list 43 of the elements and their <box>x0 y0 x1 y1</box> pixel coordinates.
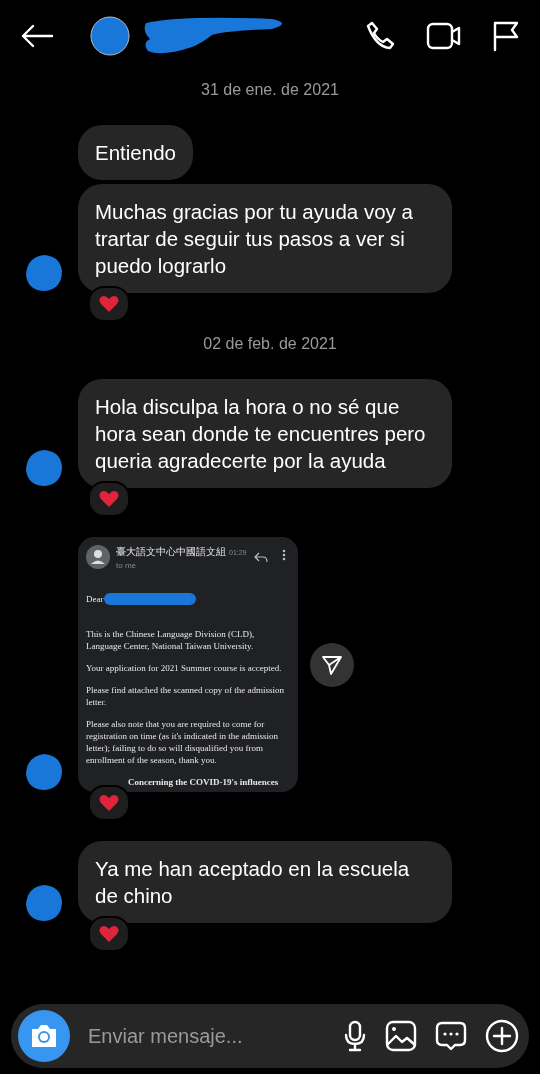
avatar[interactable] <box>24 752 64 792</box>
message-bubble[interactable]: Ya me han aceptado en la escuela de chino <box>78 841 452 923</box>
heart-reaction[interactable] <box>88 286 130 322</box>
avatar[interactable] <box>24 253 64 293</box>
flag-icon[interactable] <box>492 20 520 52</box>
heart-reaction[interactable] <box>88 916 130 952</box>
email-paragraph: Your application for 2021 Summer course is accepted. <box>86 662 283 674</box>
chat-bubble-icon[interactable] <box>435 1020 467 1052</box>
heart-icon <box>99 794 119 812</box>
message-bubble[interactable]: Hola disculpa la hora o no sé que hora sean donde te encuentres pero queria agradecerte por la ayuda <box>78 379 452 488</box>
profile-icon <box>86 545 110 569</box>
add-icon[interactable] <box>485 1019 519 1053</box>
email-paragraph: Please find attached the scanned copy of the admission letter. <box>86 684 285 708</box>
date-divider: 31 de ene. de 2021 <box>201 81 339 99</box>
heart-reaction[interactable] <box>88 481 130 517</box>
avatar[interactable] <box>90 16 130 56</box>
email-paragraph: Please also note that you are required to come for registration on time (as it's indicated in the admission letter); failing to do so will disqualified you from enrollment of the season, thank you. <box>86 718 280 766</box>
heart-icon <box>99 490 119 508</box>
heart-icon <box>99 925 119 943</box>
date-divider: 02 de feb. de 2021 <box>203 335 337 353</box>
recipient-label: to me <box>116 560 137 572</box>
send-icon <box>321 653 343 676</box>
video-camera-icon[interactable] <box>426 21 462 51</box>
email-screenshot[interactable] <box>78 537 298 792</box>
email-paragraph: Concerning the COVID-19's influences <box>128 776 280 788</box>
camera-icon <box>29 1023 59 1049</box>
microphone-icon[interactable] <box>343 1020 367 1052</box>
email-paragraph: This is the Chinese Language Division (CLD), Language Center, National Taiwan University. <box>86 628 256 652</box>
more-icon <box>282 549 286 561</box>
back-arrow-icon[interactable] <box>20 24 54 48</box>
reply-icon <box>254 551 268 563</box>
heart-icon <box>99 295 119 313</box>
heart-reaction[interactable] <box>88 785 130 821</box>
greeting: Dear <box>86 593 104 605</box>
camera-button[interactable] <box>18 1010 70 1062</box>
image-icon[interactable] <box>385 1020 417 1052</box>
avatar[interactable] <box>24 448 64 488</box>
message-bubble[interactable]: Muchas gracias por tu ayuda voy a trartar de seguir tus pasos a ver si puedo lograrlo <box>78 184 452 293</box>
phone-icon[interactable] <box>364 20 396 52</box>
sender-name: 臺大語文中心中國語文組 <box>116 546 226 557</box>
avatar[interactable] <box>24 883 64 923</box>
share-button[interactable] <box>310 642 354 687</box>
message-bubble[interactable]: Entiendo <box>78 125 193 180</box>
